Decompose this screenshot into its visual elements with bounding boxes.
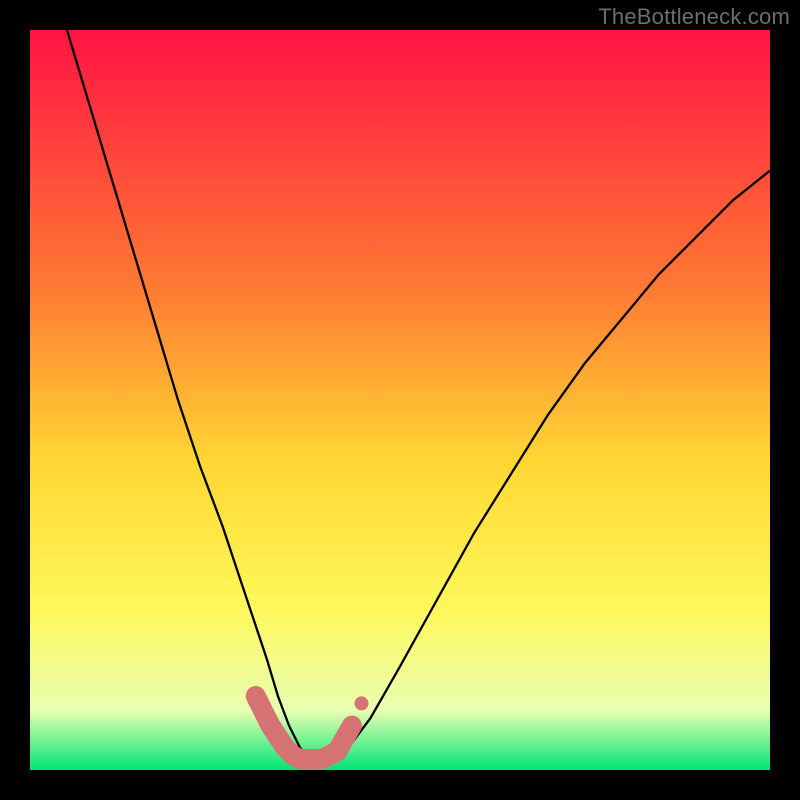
chart-frame: TheBottleneck.com	[0, 0, 800, 800]
plot-area	[30, 30, 770, 770]
bottleneck-chart	[30, 30, 770, 770]
watermark-text: TheBottleneck.com	[598, 4, 790, 30]
gradient-background	[30, 30, 770, 770]
marker-dot	[355, 696, 369, 710]
